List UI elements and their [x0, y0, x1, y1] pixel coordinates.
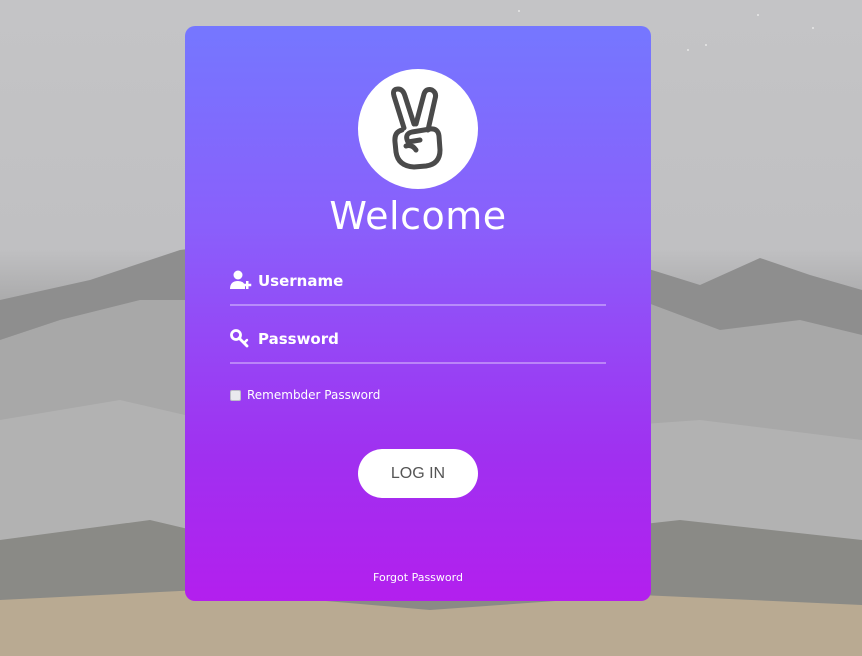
- remember-password[interactable]: Remembder Password: [230, 388, 380, 402]
- key-icon: [230, 329, 249, 348]
- user-plus-icon: [230, 270, 252, 289]
- username-field: [230, 264, 606, 306]
- username-input[interactable]: [256, 266, 600, 296]
- star: [518, 10, 520, 12]
- star: [705, 44, 707, 46]
- forgot-password-link[interactable]: Forgot Password: [185, 571, 651, 584]
- star: [812, 27, 814, 29]
- page-title: Welcome: [329, 194, 507, 238]
- login-card: Welcome Remembder Password LOG IN Forgot…: [185, 26, 651, 601]
- remember-label: Remembder Password: [247, 388, 381, 402]
- star: [757, 14, 759, 16]
- password-field: [230, 322, 606, 364]
- remember-checkbox[interactable]: [230, 389, 241, 401]
- star: [687, 49, 689, 51]
- login-button[interactable]: LOG IN: [358, 449, 478, 498]
- password-input[interactable]: [256, 324, 600, 354]
- peace-hand-icon: [358, 69, 478, 189]
